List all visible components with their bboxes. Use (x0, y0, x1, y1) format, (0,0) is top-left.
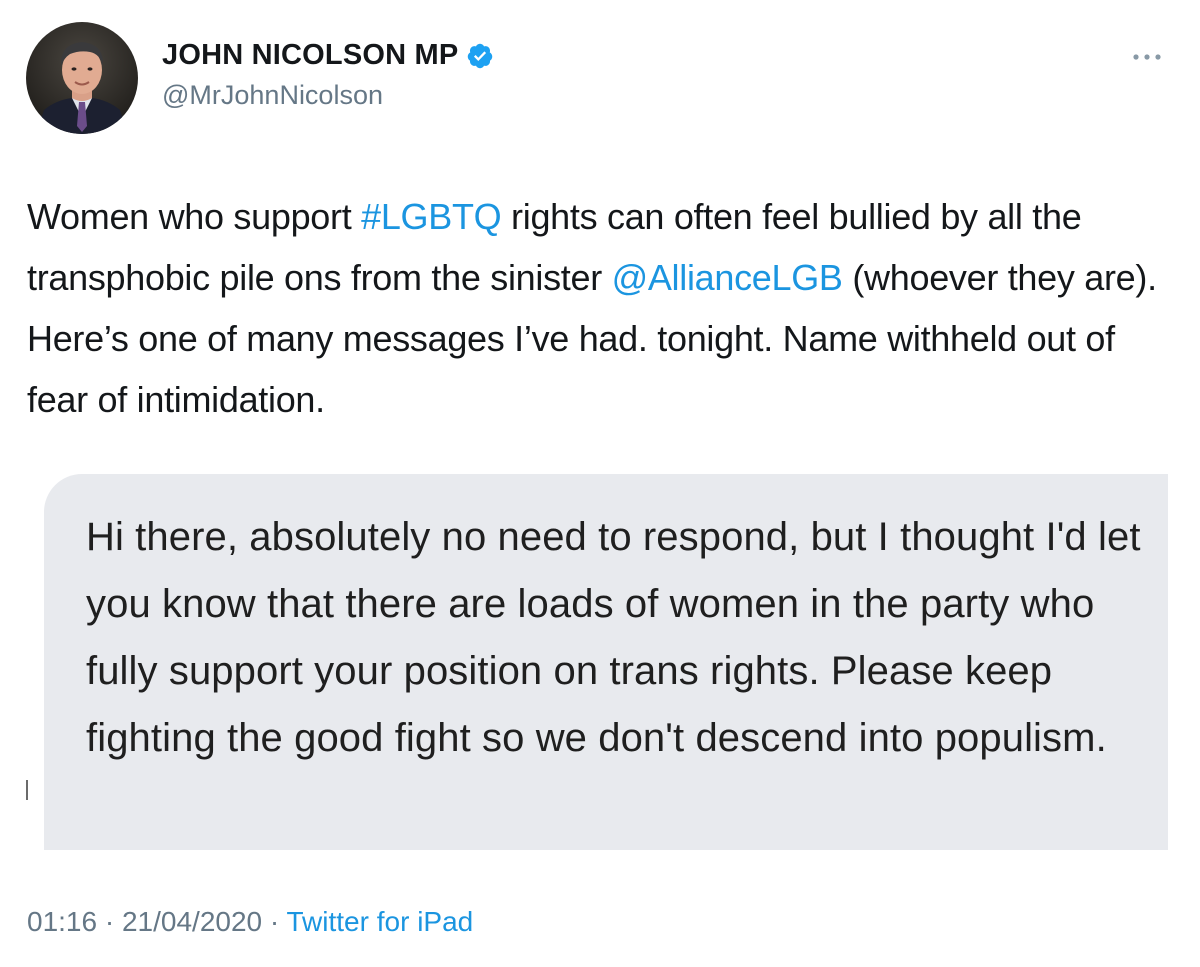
message-bubble-text: Hi there, absolutely no need to respond,… (86, 515, 1141, 760)
display-name[interactable]: JOHN NICOLSON MP (162, 39, 458, 72)
tweet-time[interactable]: 01:16 (27, 906, 97, 937)
hashtag-link[interactable]: #LGBTQ (361, 196, 502, 237)
avatar[interactable] (26, 22, 138, 134)
tweet-text: Women who support #LGBTQ rights can ofte… (27, 186, 1177, 430)
tweet-header: JOHN NICOLSON MP @MrJohnNicolson (26, 22, 494, 134)
meta-separator: · (97, 906, 122, 937)
tweet: JOHN NICOLSON MP @MrJohnNicolson Women w… (0, 0, 1200, 967)
more-options-icon[interactable] (1130, 50, 1164, 64)
tweet-text-segment: Women who support (27, 196, 362, 237)
attached-message-screenshot[interactable]: Hi there, absolutely no need to respond,… (44, 474, 1168, 850)
verified-badge-icon (466, 42, 494, 70)
author-handle[interactable]: @MrJohnNicolson (162, 80, 494, 111)
author-names: JOHN NICOLSON MP @MrJohnNicolson (162, 39, 494, 111)
avatar-image (26, 22, 138, 134)
display-name-row: JOHN NICOLSON MP (162, 39, 494, 72)
meta-separator: · (262, 906, 287, 937)
tweet-metadata: 01:16 · 21/04/2020 · Twitter for iPad (27, 906, 473, 938)
divider (26, 780, 28, 800)
tweet-date[interactable]: 21/04/2020 (122, 906, 262, 937)
mention-link[interactable]: @AllianceLGB (612, 257, 843, 298)
tweet-source-link[interactable]: Twitter for iPad (287, 906, 474, 937)
